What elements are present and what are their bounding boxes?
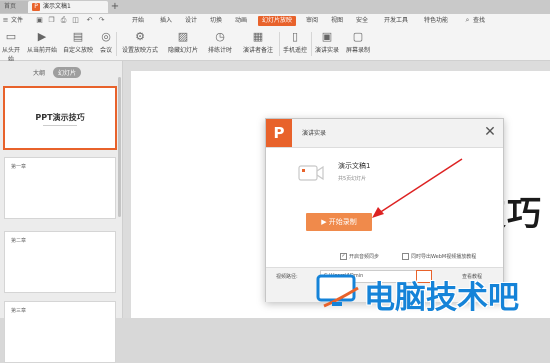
custom-show-icon: ▤ bbox=[72, 30, 84, 43]
tab-slides[interactable]: 幻灯片 bbox=[53, 67, 82, 78]
app-logo-icon: P bbox=[266, 119, 292, 147]
slide-thumbnail-4[interactable]: 第三章 bbox=[4, 301, 116, 363]
slide-panel: 大纲 幻灯片 PPT演示技巧 第一章 第二章 第三章 bbox=[0, 61, 123, 363]
menu-developer[interactable]: 开发工具 bbox=[384, 16, 408, 26]
menu-bar: ≡ 文件 ▣ ❐ ⎙ ◫ ↶ ↷ 开始 插入 设计 切换 动画 幻灯片放映 审阅… bbox=[0, 14, 550, 28]
camera-icon: ▣ bbox=[321, 30, 333, 43]
screen-record-button[interactable]: ▢ 屏幕录制 bbox=[342, 30, 374, 54]
audio-sync-checkbox[interactable]: ✓ 开启音频同步 bbox=[340, 253, 379, 260]
menu-features[interactable]: 特色功能 bbox=[424, 16, 448, 26]
close-button[interactable]: ✕ bbox=[482, 124, 498, 140]
slide-divider bbox=[43, 125, 77, 126]
ppt-icon: P bbox=[32, 2, 40, 11]
search-label[interactable]: 查找 bbox=[473, 16, 485, 26]
title-bar: 首页 P 演示文稿1 + bbox=[0, 0, 550, 14]
timer-icon: ◷ bbox=[215, 30, 225, 43]
video-camera-icon bbox=[298, 165, 324, 181]
new-tab-button[interactable]: + bbox=[104, 1, 126, 13]
menu-file[interactable]: 文件 bbox=[11, 16, 23, 26]
slide-count: 共5页幻灯片 bbox=[338, 176, 367, 182]
play-from-start-button[interactable]: ▭ 从头开始 bbox=[0, 30, 22, 63]
meeting-icon: ◎ bbox=[101, 30, 111, 43]
play-icon: ▶ bbox=[321, 218, 329, 226]
video-path-label: 视频路径: bbox=[276, 274, 298, 280]
slide-thumbnail-2[interactable]: 第一章 bbox=[4, 157, 116, 219]
menu-slideshow[interactable]: 幻灯片放映 bbox=[258, 16, 297, 26]
dialog-title: 演讲实录 bbox=[302, 130, 327, 137]
menu-design[interactable]: 设计 bbox=[185, 16, 197, 26]
tab-document[interactable]: P 演示文稿1 bbox=[28, 1, 108, 13]
menu-insert[interactable]: 插入 bbox=[160, 16, 172, 26]
save-icon[interactable]: ▣ bbox=[36, 17, 43, 24]
screen-record-icon: ▢ bbox=[352, 30, 364, 43]
slide-thumbnail-label: 第二章 bbox=[11, 238, 27, 244]
menu-view[interactable]: 视图 bbox=[331, 16, 343, 26]
dialog-header: P 演讲实录 ✕ bbox=[266, 119, 503, 148]
ribbon-toolbar: ▭ 从头开始 ▶ 从当前开始 ▤ 自定义放映 ◎ 会议 ⚙ 设置放映方式 ▨ 隐藏幻灯片 ◷… bbox=[0, 28, 550, 63]
document-tab-label: 演示文稿1 bbox=[43, 3, 71, 10]
menu-review[interactable]: 审阅 bbox=[306, 16, 318, 26]
start-recording-button[interactable]: ▶ 开始录制 bbox=[306, 213, 372, 231]
meeting-button[interactable]: ◎ 会议 bbox=[96, 30, 116, 54]
play-icon: ▭ bbox=[5, 30, 17, 43]
slide-thumbnail-1[interactable]: PPT演示技巧 bbox=[3, 86, 117, 150]
setup-show-button[interactable]: ⚙ 设置放映方式 bbox=[118, 30, 162, 54]
tab-outline[interactable]: 大纲 bbox=[28, 67, 50, 78]
custom-show-button[interactable]: ▤ 自定义放映 bbox=[60, 30, 96, 54]
copy-icon[interactable]: ❐ bbox=[48, 17, 55, 24]
speaker-notes-button[interactable]: ▦ 演讲者备注 bbox=[238, 30, 278, 54]
watermark-logo-icon bbox=[316, 274, 359, 308]
hide-slide-button[interactable]: ▨ 隐藏幻灯片 bbox=[164, 30, 202, 54]
tab-home[interactable]: 首页 bbox=[0, 1, 30, 13]
search-icon[interactable]: ⌕ bbox=[464, 17, 471, 24]
panel-scrollbar[interactable] bbox=[118, 77, 121, 217]
view-tabs: 大纲 幻灯片 bbox=[28, 67, 84, 78]
slide-thumbnail-title: PPT演示技巧 bbox=[35, 113, 85, 122]
menu-icon[interactable]: ≡ bbox=[2, 17, 9, 24]
checkbox-checked-icon: ✓ bbox=[340, 253, 347, 260]
redo-icon[interactable]: ↷ bbox=[98, 17, 105, 24]
menu-transition[interactable]: 切换 bbox=[210, 16, 222, 26]
menu-start[interactable]: 开始 bbox=[132, 16, 144, 26]
slide-thumbnail-label: 第三章 bbox=[11, 308, 27, 314]
watermark: 电脑技术吧 bbox=[314, 270, 550, 318]
notes-icon: ▦ bbox=[252, 30, 264, 43]
slide-thumbnail-label: 第一章 bbox=[11, 164, 27, 170]
menu-animation[interactable]: 动画 bbox=[235, 16, 247, 26]
start-recording-label: 开始录制 bbox=[328, 218, 357, 226]
hide-slide-icon: ▨ bbox=[177, 30, 189, 43]
menu-security[interactable]: 安全 bbox=[356, 16, 368, 26]
document-name: 演示文稿1 bbox=[338, 162, 371, 170]
speech-record-button[interactable]: ▣ 演讲实录 bbox=[312, 30, 342, 54]
play-from-current-button[interactable]: ▶ 从当前开始 bbox=[24, 30, 60, 54]
phone-icon: ▯ bbox=[291, 30, 299, 43]
watermark-text: 电脑技术吧 bbox=[364, 280, 519, 316]
print-icon[interactable]: ⎙ bbox=[60, 17, 67, 24]
rehearse-timing-button[interactable]: ◷ 排练计时 bbox=[203, 30, 237, 54]
setup-icon: ⚙ bbox=[135, 30, 145, 43]
checkbox-empty-icon bbox=[402, 253, 409, 260]
phone-remote-button[interactable]: ▯ 手机遥控 bbox=[280, 30, 310, 54]
play-current-icon: ▶ bbox=[37, 30, 47, 43]
preview-icon[interactable]: ◫ bbox=[72, 17, 79, 24]
undo-icon[interactable]: ↶ bbox=[86, 17, 93, 24]
ribbon-divider bbox=[116, 32, 117, 56]
export-webm-checkbox[interactable]: 同时导出WebM视频播放教程 bbox=[402, 253, 476, 260]
slide-thumbnail-3[interactable]: 第二章 bbox=[4, 231, 116, 293]
